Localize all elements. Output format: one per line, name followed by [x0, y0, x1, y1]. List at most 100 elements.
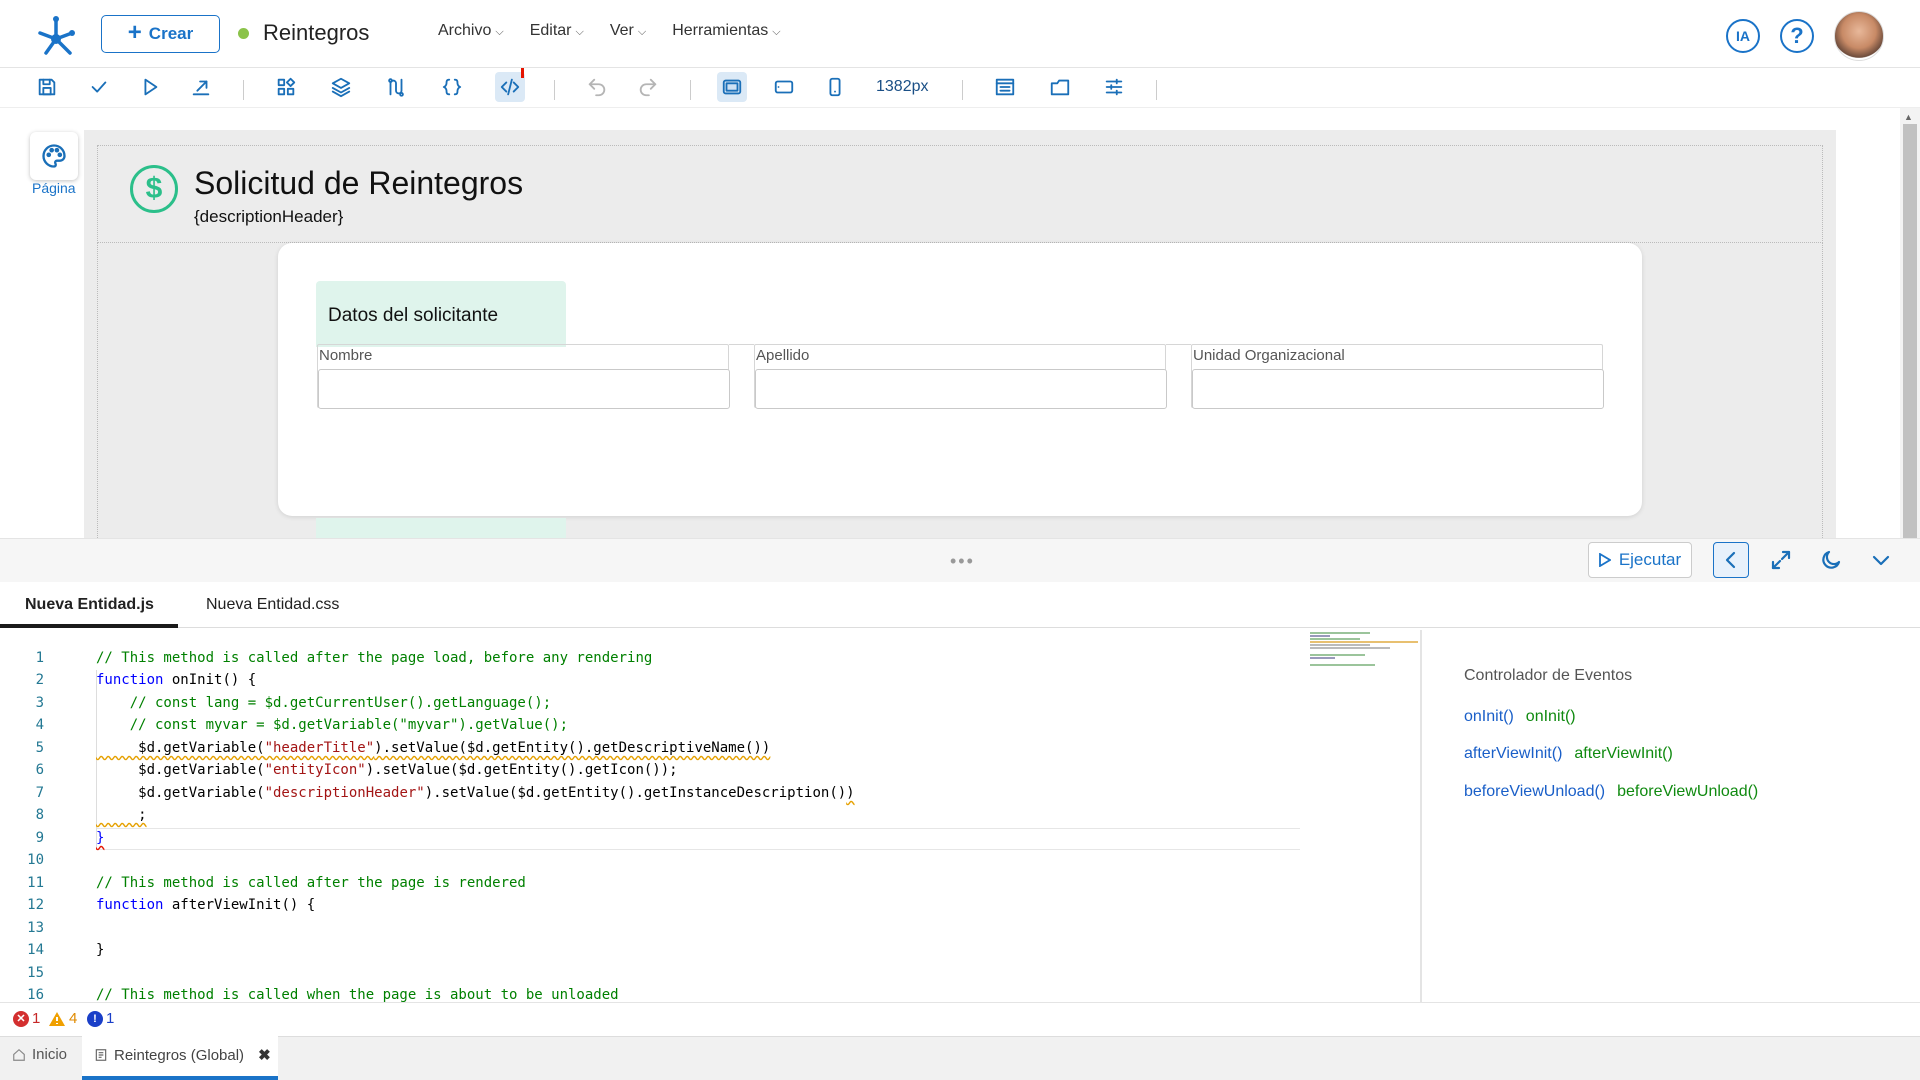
- code-line: // const lang = $d.getCurrentUser().getL…: [96, 695, 552, 711]
- chevron-down-icon: ⌵: [772, 26, 781, 38]
- toolbar-divider: [243, 80, 244, 100]
- code-line: // This method is called when the page i…: [96, 987, 619, 1002]
- code-line: $d.getVariable("entityIcon").setValue($d…: [96, 762, 678, 778]
- line-number: 5: [35, 740, 44, 756]
- main-menu: Archivo ⌵ Editar ⌵ Ver ⌵ Herramientas ⌵: [438, 22, 781, 40]
- undo-icon[interactable]: [582, 72, 612, 102]
- nombre-input[interactable]: [318, 369, 730, 409]
- tab-css-file[interactable]: Nueva Entidad.css: [206, 596, 339, 614]
- line-number: 1: [35, 650, 44, 666]
- check-icon[interactable]: [84, 72, 114, 102]
- menu-archivo[interactable]: Archivo ⌵: [438, 22, 504, 40]
- tablet-view-icon[interactable]: [769, 72, 799, 102]
- code-minimap[interactable]: [1308, 630, 1420, 690]
- desktop-view-icon[interactable]: [717, 72, 747, 102]
- ai-assistant-button[interactable]: IA: [1726, 19, 1760, 53]
- error-count-value: 1: [32, 1010, 41, 1027]
- line-number: 14: [27, 942, 44, 958]
- event-handler[interactable]: beforeViewUnload(): [1617, 783, 1758, 800]
- menu-herramientas-label: Herramientas: [672, 22, 769, 39]
- page-settings-button[interactable]: [30, 132, 78, 180]
- field-unidad-organizacional: Unidad Organizacional: [1191, 344, 1604, 409]
- info-count-value: 1: [106, 1010, 115, 1027]
- properties-icon[interactable]: [1099, 72, 1129, 102]
- form-description[interactable]: {descriptionHeader}: [194, 207, 343, 227]
- layers-icon[interactable]: [326, 72, 356, 102]
- close-icon[interactable]: ✖: [258, 1046, 271, 1064]
- menu-herramientas[interactable]: Herramientas ⌵: [672, 22, 780, 40]
- panel-resize-handle[interactable]: •••: [950, 551, 975, 572]
- redo-icon[interactable]: [633, 72, 663, 102]
- next-section-header[interactable]: [316, 518, 566, 538]
- info-icon: !: [87, 1010, 103, 1027]
- form-title[interactable]: Solicitud de Reintegros: [194, 165, 523, 202]
- field-nombre: Nombre: [317, 344, 730, 409]
- event-name[interactable]: afterViewInit(): [1464, 745, 1562, 762]
- code-line: function afterViewInit() {: [96, 897, 316, 913]
- collapse-side-panel-button[interactable]: [1713, 542, 1749, 578]
- current-line-highlight: [96, 828, 1300, 850]
- line-number: 8: [35, 807, 44, 823]
- section-header[interactable]: Datos del solicitante: [316, 281, 566, 347]
- canvas-scrollbar-thumb[interactable]: [1903, 124, 1917, 538]
- unidad-organizacional-input[interactable]: [1192, 369, 1604, 409]
- event-row-oninit[interactable]: onInit() onInit(): [1464, 708, 1576, 726]
- save-icon[interactable]: [32, 72, 62, 102]
- event-row-afterviewinit[interactable]: afterViewInit() afterViewInit(): [1464, 745, 1673, 763]
- error-icon: ✕: [13, 1010, 29, 1027]
- event-handler[interactable]: onInit(): [1526, 708, 1576, 725]
- tab-reintegros[interactable]: Reintegros (Global) ✖: [94, 1046, 271, 1064]
- scroll-up-icon[interactable]: ▲: [1904, 112, 1913, 122]
- header-actions: IA ?: [1726, 11, 1884, 61]
- braces-icon[interactable]: [437, 72, 467, 102]
- code-line: $d.getVariable("descriptionHeader").setV…: [96, 785, 855, 801]
- toolbar-divider: [554, 80, 555, 100]
- variables-icon[interactable]: [381, 72, 411, 102]
- line-number: 10: [27, 852, 44, 868]
- code-line: }: [96, 942, 105, 958]
- event-handler[interactable]: afterViewInit(): [1574, 745, 1672, 762]
- play-icon[interactable]: [135, 72, 165, 102]
- user-avatar[interactable]: [1834, 11, 1884, 61]
- create-button[interactable]: + Crear: [101, 15, 220, 53]
- menu-editar[interactable]: Editar ⌵: [530, 22, 584, 40]
- event-name[interactable]: onInit(): [1464, 708, 1514, 725]
- dark-mode-button[interactable]: [1813, 542, 1849, 578]
- warning-count[interactable]: 4: [48, 1010, 77, 1027]
- tab-inicio[interactable]: Inicio: [12, 1046, 67, 1063]
- tabs-view-icon[interactable]: [1045, 72, 1075, 102]
- event-name[interactable]: beforeViewUnload(): [1464, 783, 1605, 800]
- event-row-beforeviewunload[interactable]: beforeViewUnload() beforeViewUnload(): [1464, 783, 1758, 801]
- status-dot: [238, 28, 249, 39]
- mobile-view-icon[interactable]: [820, 72, 850, 102]
- menu-editar-label: Editar: [529, 22, 572, 39]
- field-divider: [1166, 344, 1191, 345]
- apellido-input[interactable]: [755, 369, 1167, 409]
- app-logo-icon[interactable]: [34, 13, 78, 57]
- maximize-button[interactable]: [1763, 542, 1799, 578]
- code-error-marker: [521, 68, 524, 78]
- code-editor[interactable]: 1 2 3 4 5 6 7 8 9 10 11 12 13 14 15 16 /…: [0, 630, 1420, 1002]
- line-number: 6: [35, 762, 44, 778]
- code-line: }: [96, 830, 105, 846]
- minimap-line: [1310, 644, 1370, 646]
- toolbar-divider: [962, 80, 963, 100]
- components-icon[interactable]: [271, 72, 301, 102]
- viewport-width-readout: 1382px: [876, 78, 929, 95]
- code-line: // This method is called after the page …: [96, 875, 526, 891]
- help-button[interactable]: ?: [1780, 19, 1814, 53]
- line-number: 15: [27, 965, 44, 981]
- error-count[interactable]: ✕ 1: [13, 1010, 40, 1027]
- tab-js-file[interactable]: Nueva Entidad.js: [25, 596, 154, 614]
- dollar-icon: $: [130, 165, 178, 213]
- info-count[interactable]: ! 1: [87, 1010, 114, 1027]
- line-number: 7: [35, 785, 44, 801]
- run-button[interactable]: Ejecutar: [1588, 542, 1692, 578]
- code-line: ;: [96, 807, 147, 823]
- page-layout-icon[interactable]: [990, 72, 1020, 102]
- warning-icon: [48, 1011, 66, 1027]
- publish-icon[interactable]: [186, 72, 216, 102]
- collapse-editor-button[interactable]: [1863, 542, 1899, 578]
- menu-ver[interactable]: Ver ⌵: [610, 22, 646, 40]
- chevron-down-icon: [1872, 555, 1890, 566]
